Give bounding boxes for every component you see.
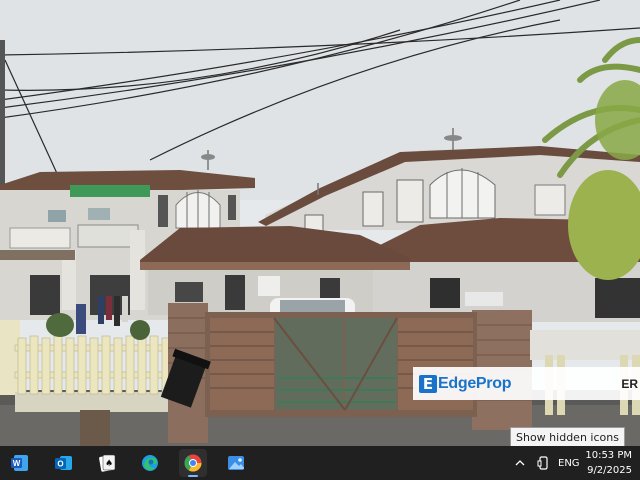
edgeprop-watermark: E EdgeProp ER: [413, 367, 640, 400]
taskbar: W O ♠ ENG 10:53 PM 9/2/2025: [0, 446, 640, 480]
solitaire-icon: ♠: [99, 454, 116, 472]
edgeprop-logo-mark: E: [419, 374, 437, 393]
watermark-trailing-text: ER: [621, 376, 638, 391]
taskbar-clock[interactable]: 10:53 PM 9/2/2025: [585, 448, 632, 478]
taskbar-app-outlook[interactable]: O: [50, 449, 78, 477]
taskbar-app-chrome[interactable]: [179, 449, 207, 477]
chevron-up-icon[interactable]: [510, 459, 530, 467]
taskbar-app-word[interactable]: W: [6, 449, 34, 477]
taskbar-app-edge[interactable]: [136, 449, 164, 477]
taskbar-app-solitaire[interactable]: ♠: [93, 449, 121, 477]
word-icon: W: [11, 455, 28, 471]
edgeprop-logo: E EdgeProp: [419, 374, 512, 393]
edge-icon: [142, 455, 158, 471]
system-tray: ENG: [510, 446, 580, 480]
phone-link-icon[interactable]: [532, 456, 554, 470]
svg-text:O: O: [57, 460, 63, 469]
edgeprop-brand-text: EdgeProp: [438, 374, 512, 392]
clock-date: 9/2/2025: [587, 465, 632, 476]
taskbar-app-photos[interactable]: [222, 449, 250, 477]
photos-icon: [228, 456, 244, 470]
chrome-icon: [184, 454, 202, 472]
svg-text:♠: ♠: [105, 459, 113, 469]
input-language-indicator[interactable]: ENG: [558, 458, 580, 469]
outlook-icon: O: [55, 456, 72, 470]
show-hidden-icons-tooltip: Show hidden icons: [510, 427, 625, 447]
clock-time: 10:53 PM: [585, 450, 632, 461]
svg-text:W: W: [13, 459, 21, 468]
